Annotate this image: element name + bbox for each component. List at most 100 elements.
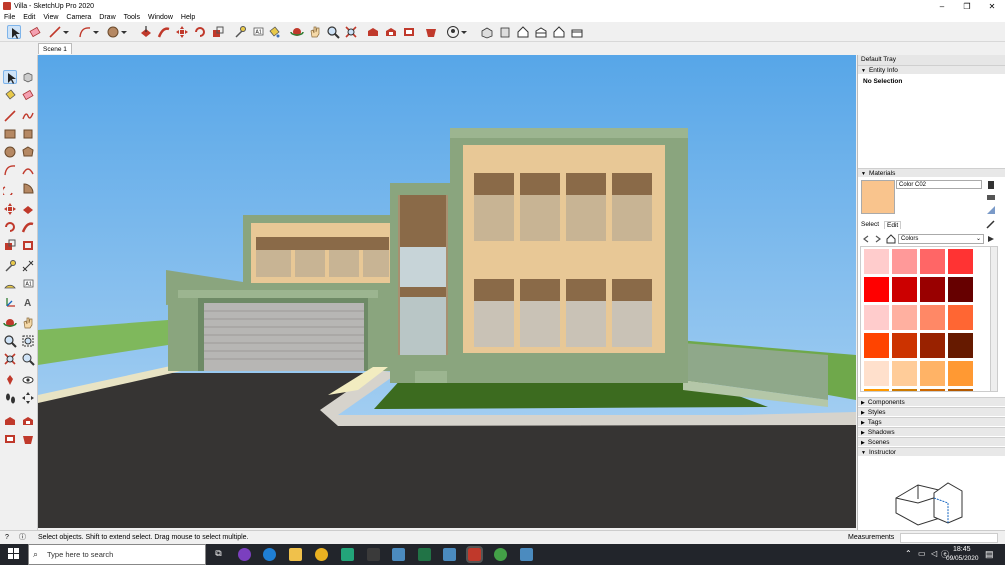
swatch-5[interactable] [892, 277, 917, 302]
volume-icon[interactable]: ◁ [931, 549, 937, 558]
swatch-18[interactable] [920, 361, 945, 386]
green-app-icon[interactable] [494, 548, 507, 561]
purple-app-icon[interactable] [238, 548, 251, 561]
left-view-icon[interactable] [570, 25, 584, 39]
arc-dropdown-icon[interactable] [92, 25, 100, 39]
menu-help[interactable]: Help [177, 14, 199, 21]
text-tool-icon[interactable]: A1 [21, 277, 35, 291]
shape-dropdown-icon[interactable] [120, 25, 128, 39]
extension-manager-tool-icon[interactable] [21, 432, 35, 446]
two-point-arc-icon[interactable] [21, 163, 35, 177]
select-icon[interactable] [7, 25, 21, 39]
materials-header[interactable]: ▼ Materials [858, 168, 1005, 177]
follow-me-tool-icon[interactable] [21, 220, 35, 234]
eraser-tool-icon[interactable] [21, 88, 35, 102]
excel-icon[interactable] [418, 548, 431, 561]
swatch-16[interactable] [864, 361, 889, 386]
menu-camera[interactable]: Camera [62, 14, 95, 21]
rectangle-tool-icon[interactable] [3, 127, 17, 141]
tray-chevron-up-icon[interactable]: ⌃ [905, 549, 912, 558]
swatch-10[interactable] [920, 305, 945, 330]
minimize-button[interactable]: – [930, 0, 954, 12]
position-camera-icon[interactable] [3, 373, 17, 387]
arc-icon[interactable] [78, 25, 92, 39]
taskbar-time[interactable]: 18:45 [953, 546, 971, 553]
teal-app-icon[interactable] [341, 548, 354, 561]
right-view-icon[interactable] [534, 25, 548, 39]
line-dropdown-icon[interactable] [62, 25, 70, 39]
section-plane-icon[interactable] [21, 391, 35, 405]
zoom-tool-icon[interactable] [3, 334, 17, 348]
swatch-7[interactable] [948, 277, 973, 302]
scale-icon[interactable] [211, 25, 225, 39]
edge-browser-icon[interactable] [263, 548, 276, 561]
material-name-field[interactable]: Color C02 [896, 180, 982, 189]
swatch-1[interactable] [892, 249, 917, 274]
look-around-icon[interactable] [21, 373, 35, 387]
swatch-19[interactable] [948, 361, 973, 386]
polygon-tool-icon[interactable] [21, 145, 35, 159]
swatch-2[interactable] [920, 249, 945, 274]
top-view-icon[interactable] [498, 25, 512, 39]
shadows-header[interactable]: ▶ Shadows [858, 427, 1005, 436]
layout-icon[interactable] [402, 25, 416, 39]
arc-tool-icon[interactable] [3, 163, 17, 177]
line-icon[interactable] [48, 25, 62, 39]
move-tool-icon[interactable] [3, 202, 17, 216]
tags-header[interactable]: ▶ Tags [858, 417, 1005, 426]
account-dropdown-icon[interactable] [460, 25, 468, 39]
freehand-tool-icon[interactable] [21, 109, 35, 123]
swatch-17[interactable] [892, 361, 917, 386]
chrome-icon[interactable] [315, 548, 328, 561]
menu-draw[interactable]: Draw [95, 14, 119, 21]
styles-header[interactable]: ▶ Styles [858, 407, 1005, 416]
swatch-12[interactable] [864, 333, 889, 358]
walk-tool-icon[interactable] [3, 391, 17, 405]
material-triangle-icon[interactable] [986, 205, 996, 215]
forward-arrow-icon[interactable] [873, 234, 883, 244]
swatch-23[interactable] [948, 389, 973, 391]
menu-tools[interactable]: Tools [120, 14, 144, 21]
network-app-icon[interactable] [392, 548, 405, 561]
swatch-20[interactable] [864, 389, 889, 391]
swatch-8[interactable] [864, 305, 889, 330]
menu-file[interactable]: File [0, 14, 19, 21]
details-arrow-icon[interactable] [986, 234, 996, 244]
swatch-6[interactable] [920, 277, 945, 302]
rotate-icon[interactable] [193, 25, 207, 39]
axes-tool-icon[interactable] [3, 295, 17, 309]
zoom-extents-icon[interactable] [344, 25, 358, 39]
dark-app-icon[interactable] [367, 548, 380, 561]
swatch-3[interactable] [948, 249, 973, 274]
3d-text-tool-icon[interactable]: A [21, 295, 35, 309]
file-explorer-icon[interactable] [289, 548, 302, 561]
make-component-icon[interactable] [21, 70, 35, 84]
scenes-header[interactable]: ▶ Scenes [858, 437, 1005, 446]
close-button[interactable]: ✕ [980, 0, 1004, 12]
paint-bucket-icon[interactable] [267, 25, 281, 39]
status-info-icon[interactable]: ⓘ [19, 531, 26, 545]
dimension-tool-icon[interactable] [21, 259, 35, 273]
push-pull-icon[interactable] [139, 25, 153, 39]
orbit-tool-icon[interactable] [3, 316, 17, 330]
extension-warehouse-icon[interactable] [384, 25, 398, 39]
pie-tool-icon[interactable] [21, 181, 35, 195]
circle-tool-icon[interactable] [3, 145, 17, 159]
menu-window[interactable]: Window [144, 14, 177, 21]
rotated-rectangle-icon[interactable] [21, 127, 35, 141]
line-tool-icon[interactable] [3, 109, 17, 123]
back-arrow-icon[interactable] [861, 234, 871, 244]
maximize-button[interactable]: ❐ [955, 0, 979, 12]
materials-tab-edit[interactable]: Edit [884, 221, 902, 229]
taskbar-search-box[interactable]: ⌕ Type here to search [28, 544, 206, 565]
swatch-15[interactable] [948, 333, 973, 358]
text-icon[interactable]: A1 [251, 25, 265, 39]
swatch-14[interactable] [920, 333, 945, 358]
swatch-9[interactable] [892, 305, 917, 330]
iso-view-icon[interactable] [480, 25, 494, 39]
previous-view-icon[interactable] [21, 352, 35, 366]
home-icon[interactable] [886, 234, 896, 244]
swatch-21[interactable] [892, 389, 917, 391]
warehouse-icon[interactable] [366, 25, 380, 39]
entity-info-header[interactable]: ▼ Entity Info [858, 65, 1005, 74]
